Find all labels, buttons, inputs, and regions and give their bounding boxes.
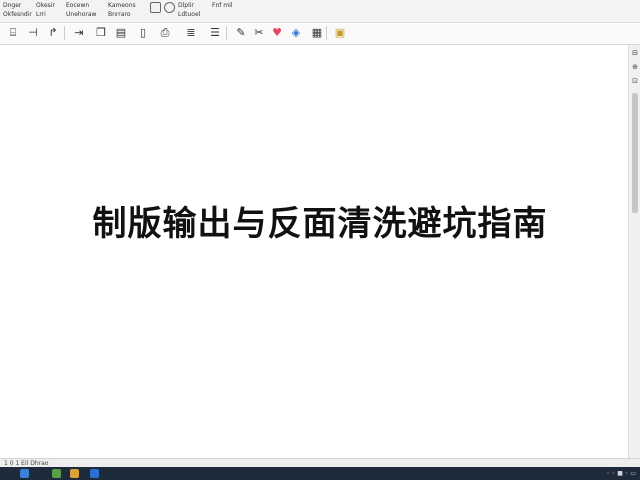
text-direction-icon[interactable]: ↱ bbox=[46, 26, 60, 40]
browser-icon[interactable] bbox=[90, 469, 99, 478]
menu-label: Dlplir bbox=[178, 2, 194, 9]
printer-icon[interactable]: ⎙ bbox=[158, 26, 172, 40]
system-tray[interactable]: ◦ ◦ ■ ◦ ▭ bbox=[606, 468, 636, 479]
align-icon[interactable]: ⌸ bbox=[6, 26, 20, 40]
menu-sublabel: Unehoraw bbox=[66, 11, 97, 18]
ribbon-menu: Dnger Okfesndir Okesir Lrri Eocewn Uneho… bbox=[0, 0, 640, 23]
copy-icon[interactable]: ❐ bbox=[94, 26, 108, 40]
menu-sublabel: Ldtuoel bbox=[178, 11, 201, 18]
toolbar-divider bbox=[326, 26, 327, 40]
lines-icon[interactable]: ☰ bbox=[208, 26, 222, 40]
image-icon[interactable]: ▣ bbox=[333, 26, 347, 40]
document-canvas[interactable] bbox=[0, 45, 628, 458]
zoom-icon[interactable]: ⊕ bbox=[631, 63, 639, 71]
menu-sublabel: Fnf mil bbox=[212, 2, 233, 9]
menu-view[interactable]: Eocewn Unehoraw bbox=[66, 1, 96, 19]
status-text: 1 0 1 Eil Dhrao bbox=[4, 460, 49, 467]
menu-sublabel: Okfesndir bbox=[3, 11, 32, 18]
menu-label: Kameons bbox=[108, 2, 136, 9]
shield-icon[interactable]: ◈ bbox=[289, 26, 303, 40]
menu-insert[interactable]: Kameons Bnrraro bbox=[108, 1, 136, 19]
menu-label: Dnger bbox=[3, 2, 22, 9]
layout-icon[interactable]: ⊡ bbox=[631, 77, 639, 85]
menu-label: Okesir bbox=[36, 2, 55, 9]
quick-access bbox=[150, 2, 175, 13]
scissors-icon[interactable]: ✂ bbox=[252, 26, 266, 40]
menu-label: Eocewn bbox=[66, 2, 90, 9]
menu-tools[interactable]: Dlplir Ldtuoel bbox=[178, 1, 200, 19]
toolbar: ⌸ ⊣ ↱ ⇥ ❐ ▤ ▯ ⎙ ≣ ☰ ✎ ✂ ♥ ◈ ▦ ▣ bbox=[0, 23, 640, 45]
heart-icon[interactable]: ♥ bbox=[270, 26, 284, 40]
page-icon[interactable]: ▤ bbox=[114, 26, 128, 40]
toolbar-divider bbox=[226, 26, 227, 40]
start-icon[interactable] bbox=[20, 469, 29, 478]
taskbar: ◦ ◦ ■ ◦ ▭ bbox=[0, 467, 640, 480]
undo-icon[interactable] bbox=[164, 2, 175, 13]
list-icon[interactable]: ≣ bbox=[184, 26, 198, 40]
document-icon[interactable]: ▯ bbox=[136, 26, 150, 40]
menu-format[interactable]: Fnf mil bbox=[212, 1, 232, 10]
table-icon[interactable]: ▦ bbox=[310, 26, 324, 40]
right-scrollbar[interactable]: ⊟ ⊕ ⊡ bbox=[628, 45, 640, 458]
cursor-icon[interactable]: ⊣ bbox=[26, 26, 40, 40]
menu-sublabel: Lrri bbox=[36, 11, 46, 18]
app-icon[interactable] bbox=[52, 469, 61, 478]
toolbar-divider bbox=[64, 26, 65, 40]
scroll-thumb[interactable] bbox=[632, 93, 638, 213]
menu-file[interactable]: Dnger Okfesndir bbox=[3, 1, 32, 19]
document-headline: 制版输出与反面清洗避坑指南 bbox=[92, 204, 548, 244]
fit-page-icon[interactable]: ⊟ bbox=[631, 49, 639, 57]
menu-sublabel: Bnrraro bbox=[108, 11, 131, 18]
folder-icon[interactable] bbox=[70, 469, 79, 478]
menu-edit[interactable]: Okesir Lrri bbox=[36, 1, 55, 19]
pen-icon[interactable]: ✎ bbox=[234, 26, 248, 40]
save-icon[interactable] bbox=[150, 2, 161, 13]
indent-icon[interactable]: ⇥ bbox=[72, 26, 86, 40]
